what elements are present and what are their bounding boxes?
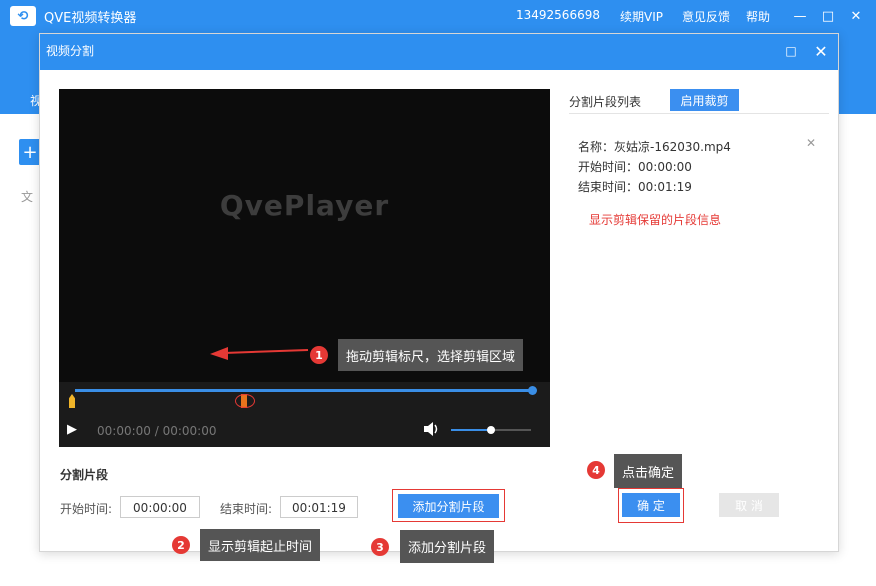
volume-knob[interactable] (487, 426, 495, 434)
cut-ruler-end-handle[interactable] (528, 386, 537, 395)
cut-start-marker[interactable] (69, 394, 75, 408)
volume-icon[interactable] (423, 421, 441, 437)
play-icon[interactable]: ▶ (67, 422, 81, 437)
segment-end: 结束时间：00:01:19 (578, 180, 692, 194)
minimize-icon[interactable]: — (790, 6, 810, 26)
video-player: QvePlayer ▶ 00:00:00 / 00:00:00 (59, 89, 550, 447)
volume-slider[interactable] (451, 426, 531, 434)
arrow-annotation-icon (210, 347, 309, 360)
segment-list-title: 分割片段列表 (569, 95, 642, 109)
playback-time: 00:00:00 / 00:00:00 (97, 424, 217, 438)
annotation-badge-2: 2 (172, 536, 190, 554)
cut-ruler-track[interactable] (75, 386, 537, 395)
list-divider (569, 113, 829, 114)
account-phone[interactable]: 13492566698 (516, 8, 600, 22)
feedback-link[interactable]: 意见反馈 (682, 8, 730, 25)
dialog-close-icon[interactable]: ✕ (812, 42, 830, 61)
segment-section-title: 分割片段 (60, 468, 109, 482)
app-titlebar: ⟲ QVE视频转换器 13492566698 续期VIP 意见反馈 帮助 — □… (0, 0, 876, 32)
app-title: QVE视频转换器 (44, 11, 137, 26)
video-split-dialog: 视频分割 □ ✕ QvePlayer ▶ 00:00:00 / 00:00:00 (39, 33, 839, 563)
help-link[interactable]: 帮助 (746, 8, 770, 25)
remove-segment-icon[interactable]: ✕ (806, 136, 816, 150)
player-logo: QvePlayer (219, 189, 390, 222)
dialog-maximize-icon[interactable]: □ (784, 44, 798, 58)
segment-start: 开始时间：00:00:00 (578, 160, 692, 174)
playhead-highlight (235, 394, 255, 408)
volume-fill (451, 429, 491, 431)
annotation-tip-3: 添加分割片段 (400, 530, 495, 563)
add-segment-button[interactable]: 添加分割片段 (398, 494, 499, 518)
segment-info-hint: 显示剪辑保留的片段信息 (589, 213, 722, 227)
app-file-fragment: 文 (21, 190, 34, 204)
segment-name: 名称：灰姑凉-162030.mp4 (578, 140, 731, 154)
start-time-label: 开始时间: (60, 502, 113, 516)
app-logo-icon: ⟲ (10, 6, 36, 26)
confirm-button[interactable]: 确 定 (622, 493, 680, 517)
renew-vip-link[interactable]: 续期VIP (620, 8, 663, 25)
annotation-badge-4: 4 (587, 461, 605, 479)
close-icon[interactable]: ✕ (846, 6, 866, 26)
maximize-icon[interactable]: □ (818, 6, 838, 26)
annotation-badge-1: 1 (310, 346, 328, 364)
app-add-button[interactable]: + (19, 139, 41, 165)
annotation-tip-2: 显示剪辑起止时间 (200, 529, 321, 561)
enable-cut-button[interactable]: 启用裁剪 (670, 89, 739, 111)
cancel-button[interactable]: 取 消 (719, 493, 779, 517)
cut-ruler-fill (75, 389, 533, 392)
dialog-title: 视频分割 (46, 44, 95, 58)
start-time-input[interactable]: 00:00:00 (120, 496, 200, 518)
annotation-badge-3: 3 (371, 538, 389, 556)
dialog-header: 视频分割 □ ✕ (40, 34, 838, 70)
end-time-label: 结束时间: (220, 502, 273, 516)
annotation-tip-4: 点击确定 (614, 454, 683, 488)
player-controls: ▶ 00:00:00 / 00:00:00 (59, 382, 550, 447)
end-time-input[interactable]: 00:01:19 (280, 496, 358, 518)
annotation-tip-1: 拖动剪辑标尺，选择剪辑区域 (338, 339, 524, 371)
